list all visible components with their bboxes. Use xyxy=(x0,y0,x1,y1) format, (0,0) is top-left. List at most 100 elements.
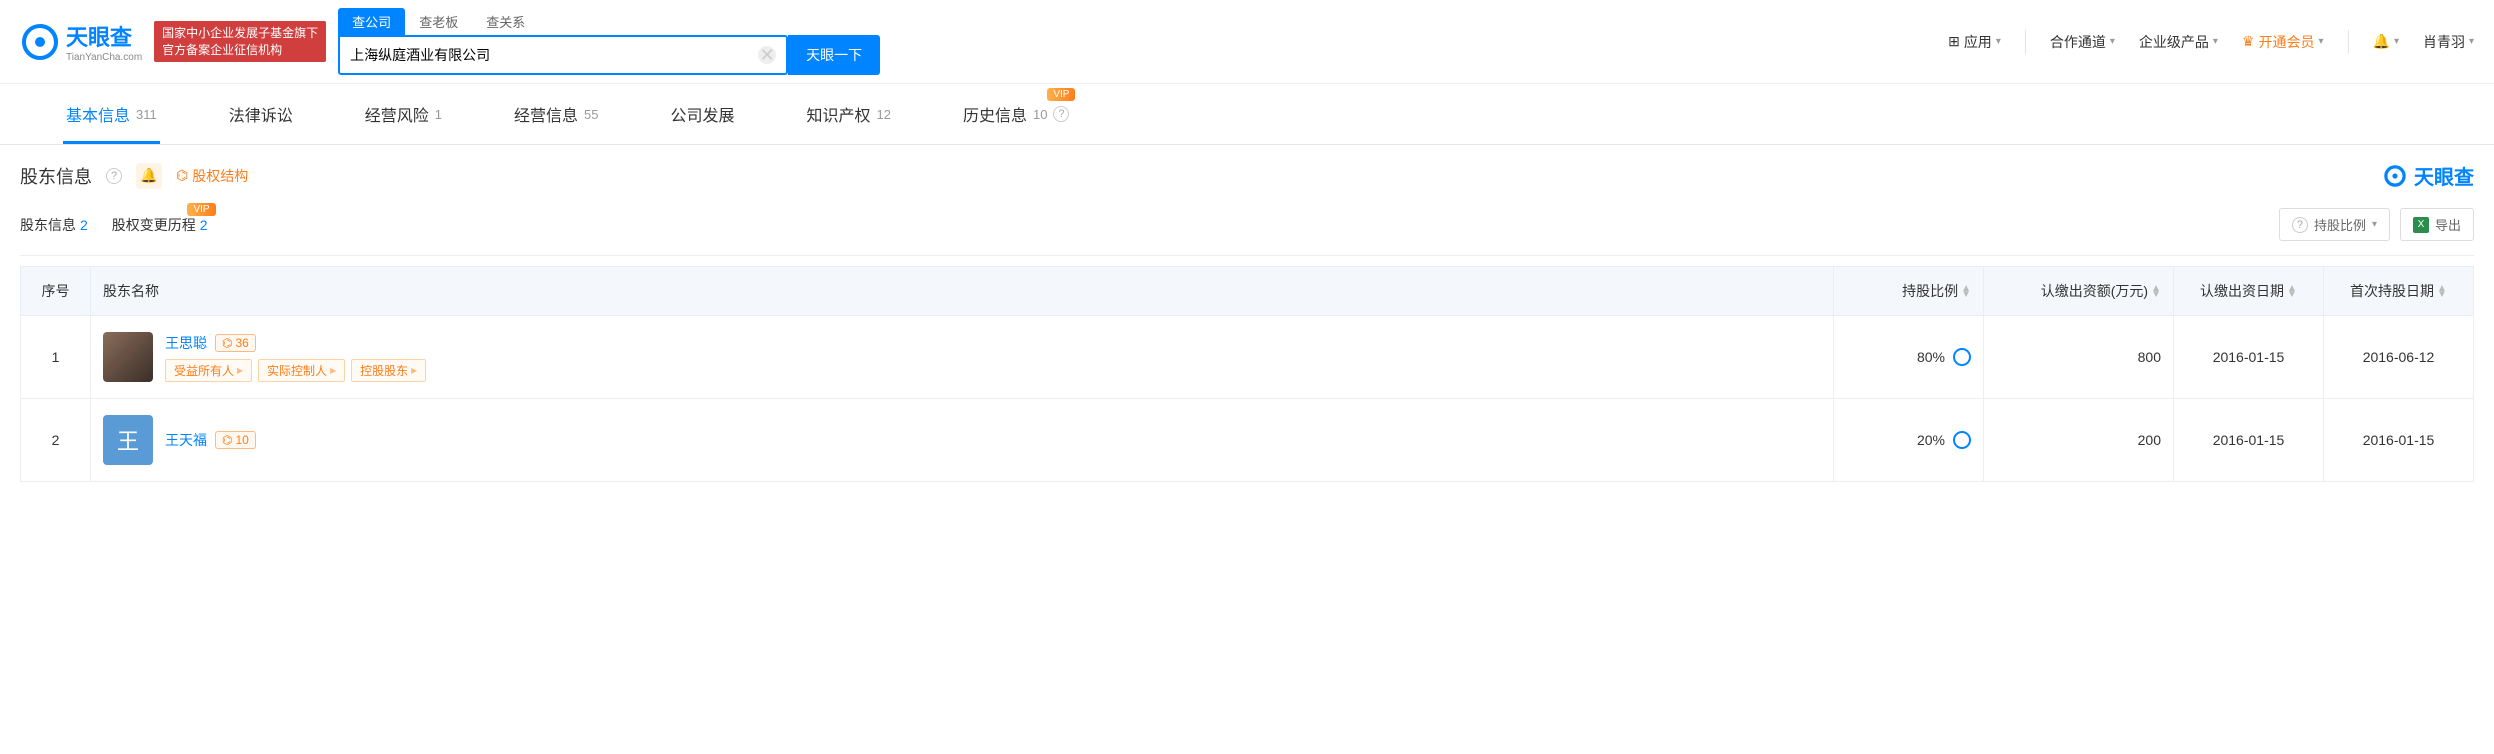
crown-icon: ♛ xyxy=(2242,33,2255,50)
col-idx: 序号 xyxy=(21,267,91,316)
tab-label: 经营信息 xyxy=(514,102,578,126)
tree-icon: ⌬ xyxy=(222,433,232,447)
logo-text-cn: 天眼查 xyxy=(66,20,142,52)
sub-tab-label: 股权变更历程 xyxy=(112,215,196,235)
cell-idx: 2 xyxy=(21,399,91,482)
cell-ratio: 80% xyxy=(1834,316,1984,399)
tab-label: 法律诉讼 xyxy=(229,102,293,126)
person-name-link[interactable]: 王天福 xyxy=(165,430,207,450)
table-header-row: 序号 股东名称 持股比例▲▼ 认缴出资额(万元)▲▼ 认缴出资日期▲▼ 首次持股… xyxy=(21,267,2474,316)
chevron-down-icon: ▾ xyxy=(2394,36,2399,47)
shareholder-section: 股东信息 ? 🔔 ⌬股权结构 天眼查 股东信息 2股权变更历程 2VIP ?持股… xyxy=(0,145,2494,498)
tags-row: 受益所有人▸ 实际控制人▸ 控股股东▸ xyxy=(165,359,426,382)
cell-sub-date: 2016-01-15 xyxy=(2174,399,2324,482)
sort-icon: ▲▼ xyxy=(1961,286,1971,298)
sub-tabs: 股东信息 2股权变更历程 2VIP ?持股比例▾ X导出 xyxy=(20,200,2474,256)
search-tab-relation[interactable]: 查关系 xyxy=(472,8,539,35)
divider xyxy=(2348,30,2349,54)
chevron-right-icon: ▸ xyxy=(237,363,243,377)
help-icon[interactable]: ? xyxy=(106,168,122,184)
shareholder-table: 序号 股东名称 持股比例▲▼ 认缴出资额(万元)▲▼ 认缴出资日期▲▼ 首次持股… xyxy=(20,266,2474,482)
avatar[interactable]: 王 xyxy=(103,415,153,465)
search-area: 查公司 查老板 查关系 ✕ 天眼一下 xyxy=(338,8,880,75)
main-tab[interactable]: 公司发展 xyxy=(635,84,771,144)
tab-label: 知识产权 xyxy=(807,102,871,126)
help-icon[interactable]: ? xyxy=(1053,106,1069,122)
header: 天眼查 TianYanCha.com 国家中小企业发展子基金旗下 官方备案企业征… xyxy=(0,0,2494,84)
sort-icon: ▲▼ xyxy=(2437,286,2447,298)
tab-count: 12 xyxy=(877,107,891,122)
chevron-right-icon: ▸ xyxy=(330,363,336,377)
export-button[interactable]: X导出 xyxy=(2400,208,2474,241)
ratio-filter-button[interactable]: ?持股比例▾ xyxy=(2279,208,2390,241)
main-tab[interactable]: 知识产权 12 xyxy=(771,84,927,144)
section-head: 股东信息 ? 🔔 ⌬股权结构 天眼查 xyxy=(20,161,2474,190)
person-name-link[interactable]: 王思聪 xyxy=(165,333,207,353)
header-badge: 国家中小企业发展子基金旗下 官方备案企业征信机构 xyxy=(154,21,326,63)
sub-tab-label: 股东信息 xyxy=(20,215,76,235)
cell-ratio: 20% xyxy=(1834,399,1984,482)
search-input[interactable] xyxy=(350,47,758,63)
role-tag[interactable]: 控股股东▸ xyxy=(351,359,426,382)
apps-icon: ⊞ xyxy=(1948,33,1960,50)
equity-structure-button[interactable]: ⌬股权结构 xyxy=(176,166,248,186)
col-first-date[interactable]: 首次持股日期▲▼ xyxy=(2324,267,2474,316)
nav-notifications[interactable]: 🔔▾ xyxy=(2373,33,2399,50)
divider xyxy=(2025,30,2026,54)
cell-name: 王思聪 ⌬36 受益所有人▸ 实际控制人▸ 控股股东▸ xyxy=(91,316,1834,399)
pie-icon[interactable] xyxy=(1953,348,1971,366)
main-tab[interactable]: 经营信息 55 xyxy=(478,84,634,144)
main-tab[interactable]: 经营风险 1 xyxy=(329,84,478,144)
avatar[interactable] xyxy=(103,332,153,382)
sort-icon: ▲▼ xyxy=(2287,286,2297,298)
cell-idx: 1 xyxy=(21,316,91,399)
cell-amount: 800 xyxy=(1984,316,2174,399)
logo-icon xyxy=(20,22,60,62)
relation-badge[interactable]: ⌬10 xyxy=(215,431,256,449)
search-tab-boss[interactable]: 查老板 xyxy=(405,8,472,35)
pie-icon[interactable] xyxy=(1953,431,1971,449)
right-tools: ?持股比例▾ X导出 xyxy=(2279,208,2474,241)
top-nav: ⊞应用▾ 合作通道▾ 企业级产品▾ ♛开通会员▾ 🔔▾ 肖青羽▾ xyxy=(1948,30,2474,54)
main-tab[interactable]: 基本信息311 xyxy=(30,84,193,144)
alert-icon[interactable]: 🔔 xyxy=(136,163,162,189)
excel-icon: X xyxy=(2413,217,2429,233)
logo-icon xyxy=(2382,163,2408,189)
nav-enterprise[interactable]: 企业级产品▾ xyxy=(2139,32,2218,52)
col-amount[interactable]: 认缴出资额(万元)▲▼ xyxy=(1984,267,2174,316)
nav-vip[interactable]: ♛开通会员▾ xyxy=(2242,32,2324,52)
logo[interactable]: 天眼查 TianYanCha.com xyxy=(20,20,142,63)
main-tab[interactable]: 法律诉讼 xyxy=(193,84,329,144)
tab-label: 经营风险 xyxy=(365,102,429,126)
tab-count: 311 xyxy=(136,107,157,122)
sub-tab[interactable]: 股东信息 2 xyxy=(20,215,88,235)
nav-apps[interactable]: ⊞应用▾ xyxy=(1948,32,2001,52)
role-tag[interactable]: 实际控制人▸ xyxy=(258,359,345,382)
search-tabs: 查公司 查老板 查关系 xyxy=(338,8,880,35)
help-icon: ? xyxy=(2292,217,2308,233)
nav-user[interactable]: 肖青羽▾ xyxy=(2423,32,2474,52)
col-sub-date[interactable]: 认缴出资日期▲▼ xyxy=(2174,267,2324,316)
relation-badge[interactable]: ⌬36 xyxy=(215,334,256,352)
cell-amount: 200 xyxy=(1984,399,2174,482)
sub-tab-count: 2 xyxy=(80,217,88,233)
chevron-down-icon: ▾ xyxy=(2213,36,2218,47)
col-ratio[interactable]: 持股比例▲▼ xyxy=(1834,267,1984,316)
tab-label: 公司发展 xyxy=(671,102,735,126)
sub-tab[interactable]: 股权变更历程 2VIP xyxy=(112,215,208,235)
chevron-down-icon: ▾ xyxy=(2110,36,2115,47)
tab-count: 55 xyxy=(584,107,598,122)
search-button[interactable]: 天眼一下 xyxy=(788,35,880,75)
chevron-right-icon: ▸ xyxy=(411,363,417,377)
nav-coop[interactable]: 合作通道▾ xyxy=(2050,32,2115,52)
tab-count: 1 xyxy=(435,107,442,122)
section-title: 股东信息 xyxy=(20,163,92,189)
vip-badge: VIP xyxy=(1047,88,1075,101)
search-tab-company[interactable]: 查公司 xyxy=(338,8,405,35)
role-tag[interactable]: 受益所有人▸ xyxy=(165,359,252,382)
main-tab[interactable]: VIP历史信息10? xyxy=(927,84,1105,144)
clear-icon[interactable]: ✕ xyxy=(758,46,776,64)
main-tabs: 基本信息311 法律诉讼 经营风险 1 经营信息 55 公司发展 知识产权 12 VIP历史信息1… xyxy=(0,84,2494,145)
sub-tab-count: 2 xyxy=(200,217,208,233)
tree-icon: ⌬ xyxy=(222,336,232,350)
